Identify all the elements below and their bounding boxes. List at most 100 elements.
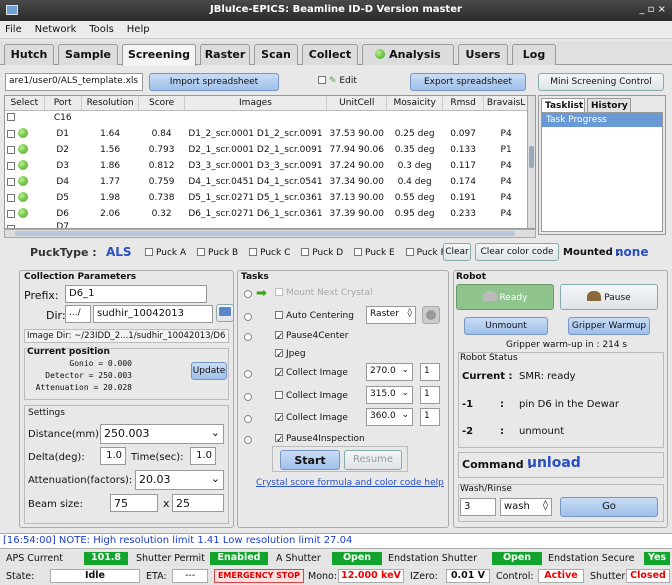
collect3-count-spinner[interactable]: 1 xyxy=(420,408,440,426)
menu-tools[interactable]: Tools xyxy=(84,21,119,38)
emergency-stop-button[interactable]: EMERGENCY STOP xyxy=(214,569,304,583)
delta-input[interactable]: 1.0 xyxy=(100,447,126,465)
wash-go-button[interactable]: Go xyxy=(560,497,658,517)
mini-screening-control-button[interactable]: Mini Screening Control xyxy=(538,73,664,91)
collect2-angle-select[interactable]: 315.0 ⌄ xyxy=(366,386,413,404)
row-checkbox[interactable] xyxy=(7,162,15,170)
puck-b-toggle[interactable]: Puck B xyxy=(197,248,238,258)
collect-image-task-1[interactable]: ✓ Collect Image xyxy=(275,368,348,379)
clear-color-code-button[interactable]: Clear color code xyxy=(475,243,559,261)
beam-x-input[interactable]: 75 xyxy=(110,494,158,512)
puck-e-toggle[interactable]: Puck E xyxy=(354,248,395,258)
task-radio-collect3[interactable] xyxy=(244,415,252,423)
collect-image-task-3[interactable]: ✓ Collect Image xyxy=(275,413,348,424)
row-select-cell[interactable] xyxy=(5,110,44,126)
table-row[interactable]: D3 1.86 0.812 D3_3_scr.0001 D3_3_scr.0091 37… xyxy=(5,158,529,174)
robot-pause-button[interactable]: Pause xyxy=(560,284,658,310)
table-row-partial[interactable]: C16 xyxy=(5,110,529,126)
spreadsheet-path-input[interactable]: are1/user0/ALS_template.xls xyxy=(5,73,143,91)
pause4inspection-checkbox[interactable]: ✓ xyxy=(275,434,284,445)
row-select-cell[interactable] xyxy=(5,190,44,206)
table-row-partial[interactable]: D7 xyxy=(5,222,529,228)
table-hscrollbar[interactable] xyxy=(4,229,536,238)
table-row[interactable]: D2 1.56 0.793 D2_1_scr.0001 D2_1_scr.0091 77… xyxy=(5,142,529,158)
collect1-count-spinner[interactable]: 1 xyxy=(420,363,440,381)
time-input[interactable]: 1.0 xyxy=(190,447,216,465)
collect2-checkbox[interactable] xyxy=(275,391,283,399)
row-select-cell[interactable] xyxy=(5,158,44,174)
puck-e-checkbox[interactable] xyxy=(354,248,363,256)
mount-next-task[interactable]: Mount Next Crystal xyxy=(275,288,372,298)
export-spreadsheet-button[interactable]: Export spreadsheet xyxy=(410,73,526,91)
col-rmsd[interactable]: Rmsd xyxy=(442,96,485,111)
menu-network[interactable]: Network xyxy=(30,21,82,38)
tab-collect[interactable]: Collect xyxy=(302,44,358,65)
puck-c-toggle[interactable]: Puck C xyxy=(249,248,290,258)
row-checkbox[interactable] xyxy=(7,130,15,138)
wash-mode-select[interactable]: wash ◊ xyxy=(500,498,552,516)
col-images[interactable]: Images xyxy=(184,96,328,111)
col-unitcell[interactable]: UnitCell xyxy=(326,96,388,111)
resume-button[interactable]: Resume xyxy=(344,450,402,470)
task-radio-collect1[interactable] xyxy=(244,370,252,378)
tab-log[interactable]: Log xyxy=(512,44,556,65)
tab-users[interactable]: Users xyxy=(458,44,508,65)
row-checkbox[interactable] xyxy=(7,146,15,154)
edit-toggle[interactable]: ✎ Edit xyxy=(318,76,357,86)
folder-browse-button[interactable] xyxy=(216,304,234,322)
start-button[interactable]: Start xyxy=(280,450,340,470)
row-checkbox[interactable] xyxy=(7,178,15,186)
table-row[interactable]: D5 1.98 0.738 D5_1_scr.0271 D5_1_scr.0361 37… xyxy=(5,190,529,206)
collect1-checkbox[interactable]: ✓ xyxy=(275,368,284,379)
tab-analysis[interactable]: Analysis xyxy=(362,44,454,65)
puck-b-checkbox[interactable] xyxy=(197,248,206,256)
row-select-cell[interactable] xyxy=(5,206,44,222)
row-checkbox[interactable] xyxy=(7,194,15,202)
distance-select[interactable]: 250.003 ⌄ xyxy=(100,424,224,444)
tab-history[interactable]: History xyxy=(587,98,631,112)
row-select-cell[interactable] xyxy=(5,222,44,228)
pause4center-task[interactable]: ✓ Pause4Center xyxy=(275,331,349,342)
attenuation-select[interactable]: 20.03 ⌄ xyxy=(135,470,224,490)
unmount-button[interactable]: Unmount xyxy=(464,317,548,335)
task-radio-pause4inspection[interactable] xyxy=(244,436,252,444)
col-mosaicity[interactable]: Mosaicity xyxy=(386,96,443,111)
raster-settings-button[interactable] xyxy=(422,306,440,324)
table-row[interactable]: D1 1.64 0.84 D1_2_scr.0001 D1_2_scr.0091 37.… xyxy=(5,126,529,142)
table-vscrollbar[interactable] xyxy=(527,96,535,228)
mount-next-checkbox[interactable] xyxy=(275,288,283,296)
scroll-thumb[interactable] xyxy=(529,146,534,168)
hscroll-thumb[interactable] xyxy=(15,231,515,236)
collect-image-task-2[interactable]: Collect Image xyxy=(275,391,348,401)
prefix-input[interactable]: D6_1 xyxy=(65,285,207,303)
score-help-link[interactable]: Crystal score formula and color code hel… xyxy=(256,478,444,488)
col-port[interactable]: Port xyxy=(44,96,82,111)
tab-tasklist[interactable]: Tasklist xyxy=(541,98,585,112)
col-score[interactable]: Score xyxy=(138,96,185,111)
raster-select[interactable]: Raster ◊ xyxy=(366,306,416,324)
puck-d-toggle[interactable]: Puck D xyxy=(301,248,343,258)
task-radio-autocenter[interactable] xyxy=(244,313,252,321)
auto-centering-task[interactable]: Auto Centering xyxy=(275,311,354,321)
robot-ready-button[interactable]: Ready xyxy=(456,284,554,310)
table-row[interactable]: D6 2.06 0.32 D6_1_scr.0271 D6_1_scr.0361 37.… xyxy=(5,206,529,222)
row-select-cell[interactable] xyxy=(5,142,44,158)
beam-y-input[interactable]: 25 xyxy=(172,494,224,512)
row-checkbox[interactable] xyxy=(7,210,15,218)
task-radio-collect2[interactable] xyxy=(244,393,252,401)
tab-raster[interactable]: Raster xyxy=(200,44,250,65)
task-progress-item[interactable]: Task Progress xyxy=(542,113,662,127)
row-select-cell[interactable] xyxy=(5,126,44,142)
update-button[interactable]: Update xyxy=(191,362,227,380)
jpeg-task[interactable]: ✓ Jpeg xyxy=(275,349,306,360)
menu-help[interactable]: Help xyxy=(122,21,155,38)
window-controls[interactable]: _ ▫ × xyxy=(639,4,666,15)
dir-input[interactable]: sudhir_10042013 xyxy=(93,305,213,323)
dir-prefix-input[interactable]: .../ xyxy=(65,305,91,323)
puck-a-checkbox[interactable] xyxy=(145,248,153,256)
edit-checkbox[interactable] xyxy=(318,76,326,84)
collect1-angle-select[interactable]: 270.0 ⌄ xyxy=(366,363,413,381)
clear-button[interactable]: Clear xyxy=(443,243,471,261)
puck-a-toggle[interactable]: Puck A xyxy=(145,248,186,258)
col-select[interactable]: Select xyxy=(5,96,45,111)
